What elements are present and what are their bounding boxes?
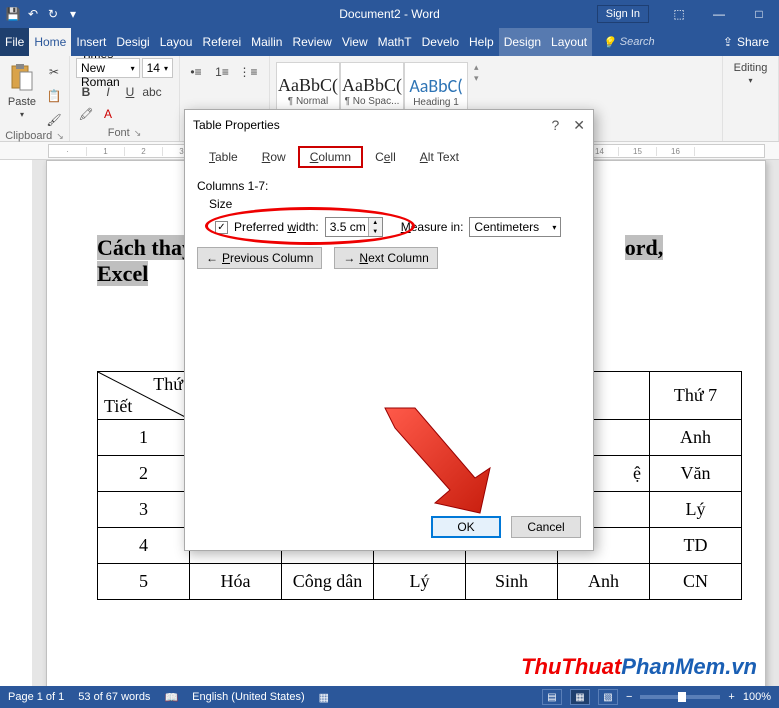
multilevel-icon[interactable]: ⋮≡ <box>238 62 258 82</box>
cancel-button[interactable]: Cancel <box>511 516 581 538</box>
font-color-button[interactable]: A <box>98 104 118 124</box>
underline-button[interactable]: U <box>120 82 140 102</box>
tell-me-search[interactable]: 💡 Search <box>602 28 655 56</box>
qat-customize-icon[interactable]: ▾ <box>66 7 80 21</box>
tab-mathtype[interactable]: MathT <box>373 28 417 56</box>
arrow-right-icon: → <box>343 251 355 265</box>
autosave-icon[interactable]: 💾 <box>6 7 20 21</box>
redo-icon[interactable]: ↻ <box>46 7 60 21</box>
bold-button[interactable]: B <box>76 82 96 102</box>
dialog-titlebar[interactable]: Table Properties ? ✕ <box>185 110 593 140</box>
chevron-down-icon: ▾ <box>748 76 752 85</box>
copy-icon[interactable]: 📋 <box>44 86 64 106</box>
paste-button[interactable]: Paste ▾ <box>6 62 38 119</box>
document-title: Document2 - Word <box>339 7 439 21</box>
tab-file[interactable]: File <box>0 28 29 56</box>
styles-more-icon[interactable]: ▴▾ <box>474 62 479 84</box>
paste-icon <box>6 62 38 94</box>
close-icon[interactable]: ✕ <box>573 117 585 134</box>
ribbon-tabs: File Home Insert Desigi Layou Referei Ma… <box>0 28 779 56</box>
preferred-width-input[interactable]: 3.5 cm ▲ ▼ <box>325 217 383 237</box>
tab-developer[interactable]: Develo <box>417 28 464 56</box>
tab-home[interactable]: Home <box>29 28 71 56</box>
zoom-level[interactable]: 100% <box>743 691 771 703</box>
dialog-title: Table Properties <box>193 118 280 132</box>
word-count[interactable]: 53 of 67 words <box>78 691 150 703</box>
group-clipboard: Paste ▾ ✂ 📋 🖌 Clipboard↘ <box>0 56 70 141</box>
spinner-up-icon[interactable]: ▲ <box>368 218 382 227</box>
previous-column-button[interactable]: ← Previous Column <box>197 247 322 269</box>
page-number[interactable]: Page 1 of 1 <box>8 691 64 703</box>
size-group-label: Size <box>209 197 581 211</box>
measure-in-combo[interactable]: Centimeters ▾ <box>469 217 561 237</box>
group-editing: Editing ▾ <box>723 56 779 141</box>
tab-help[interactable]: Help <box>464 28 499 56</box>
next-column-button[interactable]: → Next Column <box>334 247 437 269</box>
lightbulb-icon: 💡 <box>602 36 616 49</box>
editing-button[interactable]: Editing ▾ <box>731 62 771 85</box>
dlg-tab-alttext[interactable]: Alt Text <box>408 146 471 168</box>
dlg-tab-table[interactable]: Table <box>197 146 250 168</box>
dlg-tab-column[interactable]: Column <box>298 146 363 168</box>
format-painter-icon[interactable]: 🖌 <box>44 110 64 130</box>
dlg-tab-cell[interactable]: Cell <box>363 146 408 168</box>
tab-mailings[interactable]: Mailin <box>246 28 287 56</box>
sign-in-button[interactable]: Sign In <box>597 5 649 23</box>
zoom-in-icon[interactable]: + <box>728 691 734 703</box>
tab-insert[interactable]: Insert <box>71 28 111 56</box>
web-layout-icon[interactable]: ▧ <box>598 689 618 705</box>
help-icon[interactable]: ? <box>551 117 559 134</box>
bullets-icon[interactable]: •≡ <box>186 62 206 82</box>
spellcheck-icon[interactable]: 📖 <box>164 691 178 704</box>
columns-range-label: Columns 1-7: <box>197 179 581 193</box>
dlg-tab-row[interactable]: Row <box>250 146 298 168</box>
share-button[interactable]: ⇪ Share <box>723 28 769 56</box>
arrow-left-icon: ← <box>206 251 218 265</box>
font-name-combo[interactable]: Times New Roman▾ <box>76 58 140 78</box>
table-properties-dialog: Table Properties ? ✕ Table Row Column Ce… <box>184 109 594 551</box>
tab-table-layout[interactable]: Layout <box>546 28 592 56</box>
cut-icon[interactable]: ✂ <box>44 62 64 82</box>
titlebar: 💾 ↶ ↻ ▾ Document2 - Word Sign In ⬚ — □ <box>0 0 779 28</box>
zoom-out-icon[interactable]: − <box>626 691 632 703</box>
language-status[interactable]: English (United States) <box>192 691 305 703</box>
preferred-width-label: Preferred width: <box>234 220 319 234</box>
font-launcher-icon[interactable]: ↘ <box>134 128 142 139</box>
tab-layout[interactable]: Layou <box>155 28 198 56</box>
tab-references[interactable]: Referei <box>197 28 246 56</box>
print-layout-icon[interactable]: ▦ <box>570 689 590 705</box>
read-mode-icon[interactable]: ▤ <box>542 689 562 705</box>
strikethrough-button[interactable]: abc <box>142 82 162 102</box>
preferred-width-checkbox[interactable]: ✓ <box>215 221 228 234</box>
zoom-slider[interactable] <box>640 695 720 699</box>
undo-icon[interactable]: ↶ <box>26 7 40 21</box>
numbering-icon[interactable]: 1≡ <box>212 62 232 82</box>
italic-button[interactable]: I <box>98 82 118 102</box>
statusbar: Page 1 of 1 53 of 67 words 📖 English (Un… <box>0 686 779 708</box>
clipboard-launcher-icon[interactable]: ↘ <box>56 131 64 142</box>
group-font: Times New Roman▾ 14▾ B I U abc 🖍 A Font↘ <box>70 56 180 141</box>
table-row[interactable]: 5HóaCông dânLýSinhAnhCN <box>98 564 742 600</box>
tab-design[interactable]: Desigi <box>111 28 154 56</box>
macro-icon[interactable]: ▦ <box>319 691 329 704</box>
font-size-combo[interactable]: 14▾ <box>142 58 173 78</box>
ok-button[interactable]: OK <box>431 516 501 538</box>
chevron-down-icon: ▾ <box>552 223 556 232</box>
measure-in-label: Measure in: <box>401 220 464 234</box>
chevron-down-icon: ▾ <box>20 110 24 119</box>
watermark: ThuThuatPhanMem.vn <box>521 654 757 680</box>
highlight-button[interactable]: 🖍 <box>76 104 96 124</box>
spinner-down-icon[interactable]: ▼ <box>368 227 382 236</box>
tab-table-design[interactable]: Design <box>499 28 546 56</box>
dialog-tabs: Table Row Column Cell Alt Text <box>197 146 581 169</box>
tab-review[interactable]: Review <box>287 28 336 56</box>
minimize-icon[interactable]: — <box>699 0 739 28</box>
ribbon-display-icon[interactable]: ⬚ <box>659 0 699 28</box>
maximize-icon[interactable]: □ <box>739 0 779 28</box>
share-icon: ⇪ <box>723 35 733 49</box>
tab-view[interactable]: View <box>337 28 373 56</box>
